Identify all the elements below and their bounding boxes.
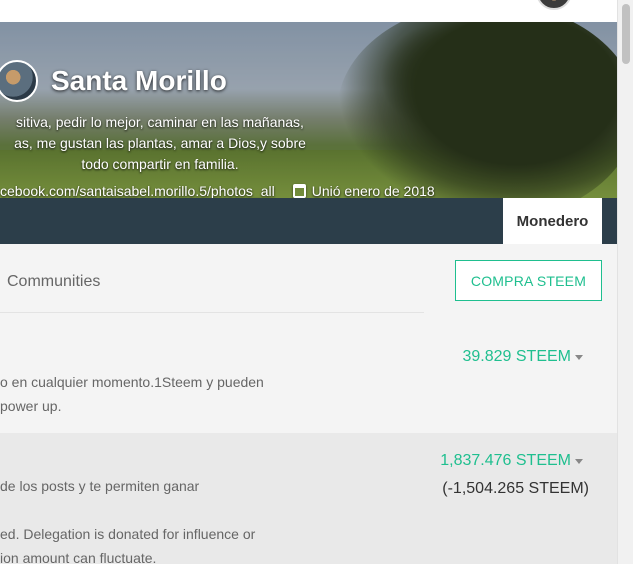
wallet-content: Communities COMPRA STEEM 39.829 STEEM o …	[0, 244, 617, 564]
top-header	[0, 0, 617, 22]
user-avatar-menu[interactable]	[536, 0, 572, 10]
profile-nav: Monedero	[0, 198, 617, 244]
scrollbar-thumb[interactable]	[622, 4, 630, 64]
profile-name: Santa Morillo	[51, 65, 227, 96]
steem-power-balance: 1,837.476 STEEM	[440, 452, 571, 469]
steem-description: o en cualquier momento.1Steem y pueden p…	[0, 370, 264, 418]
tab-wallet[interactable]: Monedero	[503, 198, 602, 244]
communities-tab[interactable]: Communities	[7, 273, 100, 291]
profile-website-link[interactable]: cebook.com/santaisabel.morillo.5/photos_…	[0, 183, 275, 198]
steem-power-description-line: ed. Delegation is donated for influence …	[0, 526, 256, 542]
steem-power-row: 1,837.476 STEEM (-1,504.265 STEEM) de lo…	[0, 433, 617, 564]
profile-about: sitiva, pedir lo mejor, caminar en las m…	[0, 112, 410, 175]
steem-power-description: de los posts y te permiten ganar	[0, 474, 199, 498]
steem-power-description-line: de los posts y te permiten ganar	[0, 478, 200, 494]
steem-balance: 39.829 STEEM	[462, 348, 572, 365]
profile-meta: cebook.com/santaisabel.morillo.5/photos_…	[0, 183, 435, 198]
dropdown-caret-icon	[575, 354, 583, 360]
steem-power-description-extra: ed. Delegation is donated for influence …	[0, 522, 255, 564]
page-scrollbar[interactable]	[617, 0, 633, 564]
profile-joined-date: Unió enero de 2018	[311, 183, 435, 198]
calendar-icon	[292, 184, 306, 198]
about-line: sitiva, pedir lo mejor, caminar en las m…	[16, 114, 304, 130]
steem-power-description-line: ion amount can fluctuate.	[0, 550, 157, 564]
steem-balance-dropdown[interactable]: 39.829 STEEM	[462, 348, 583, 366]
about-line: as, me gustan las plantas, amar a Dios,y…	[14, 135, 306, 151]
steem-balance-row: 39.829 STEEM o en cualquier momento.1Ste…	[0, 313, 617, 433]
buy-steem-button[interactable]: COMPRA STEEM	[455, 260, 602, 301]
dropdown-caret-icon	[575, 458, 583, 464]
steem-power-dropdown[interactable]: 1,837.476 STEEM	[440, 452, 583, 470]
steem-description-line: power up.	[0, 398, 62, 414]
profile-cover: Santa Morillo sitiva, pedir lo mejor, ca…	[0, 22, 617, 198]
about-line: todo compartir en familia.	[81, 156, 239, 172]
steem-description-line: o en cualquier momento.1Steem y pueden	[0, 374, 264, 390]
steem-power-delegated: (-1,504.265 STEEM)	[442, 480, 589, 497]
